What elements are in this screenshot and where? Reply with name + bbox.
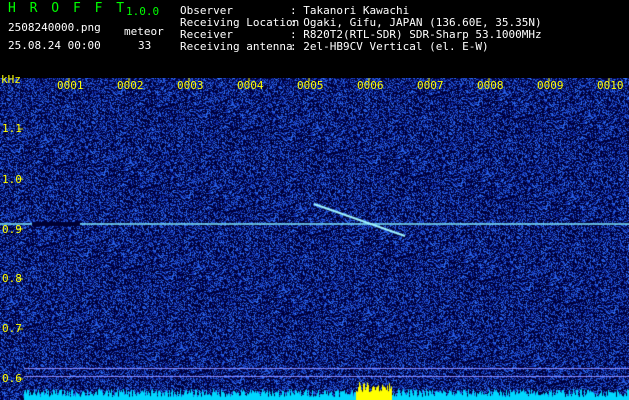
y-axis-unit: kHz <box>1 73 21 86</box>
y-tick-label: 0.8 <box>2 272 22 285</box>
x-tick-label: 0002 <box>117 79 144 92</box>
x-tick-label: 0004 <box>237 79 264 92</box>
axis-overlay: kHz 1.1 1.0 0.9 0.8 0.7 0.6 0001 0002 00… <box>0 0 629 400</box>
x-tick-label: 0006 <box>357 79 384 92</box>
x-tick-label: 0009 <box>537 79 564 92</box>
x-tick-label: 0001 <box>57 79 84 92</box>
y-tick-label: 1.1 <box>2 122 22 135</box>
x-tick-label: 0008 <box>477 79 504 92</box>
x-tick-label: 0005 <box>297 79 324 92</box>
y-tick-label: 0.9 <box>2 223 22 236</box>
x-tick-label: 0010 <box>597 79 624 92</box>
x-tick-label: 0007 <box>417 79 444 92</box>
y-tick-label: 0.6 <box>2 372 22 385</box>
y-tick-label: 0.7 <box>2 322 22 335</box>
x-tick-label: 0003 <box>177 79 204 92</box>
y-tick-label: 1.0 <box>2 173 22 186</box>
